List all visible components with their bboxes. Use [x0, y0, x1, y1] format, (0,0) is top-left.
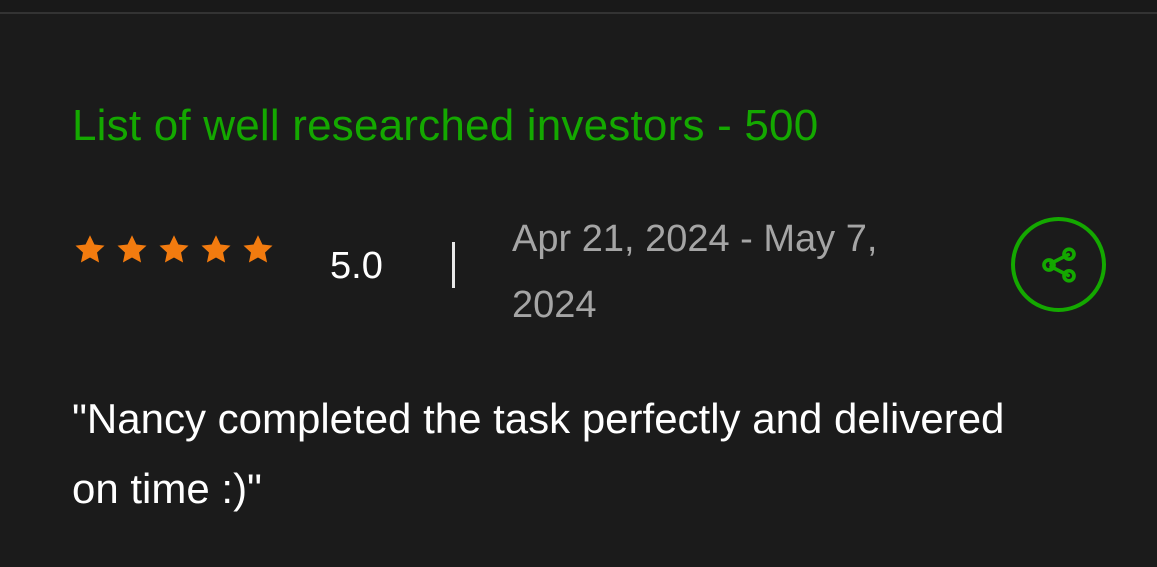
top-divider [0, 0, 1157, 14]
star-rating [72, 230, 276, 270]
star-icon [159, 235, 189, 263]
star-icon [243, 235, 273, 263]
star-icon [117, 235, 147, 263]
job-title-link[interactable]: List of well researched investors - 500 [72, 100, 818, 152]
rating-separator [452, 242, 455, 288]
star-icon [75, 235, 105, 263]
rating-value: 5.0 [330, 245, 383, 287]
star-icon [201, 235, 231, 263]
work-history-review-card: List of well researched investors - 500 … [0, 16, 1157, 567]
client-feedback: "Nancy completed the task perfectly and … [72, 395, 1005, 512]
share-icon [1041, 246, 1076, 283]
date-range: Apr 21, 2024 - May 7, 2024 [512, 218, 878, 326]
share-button[interactable] [1011, 217, 1106, 312]
